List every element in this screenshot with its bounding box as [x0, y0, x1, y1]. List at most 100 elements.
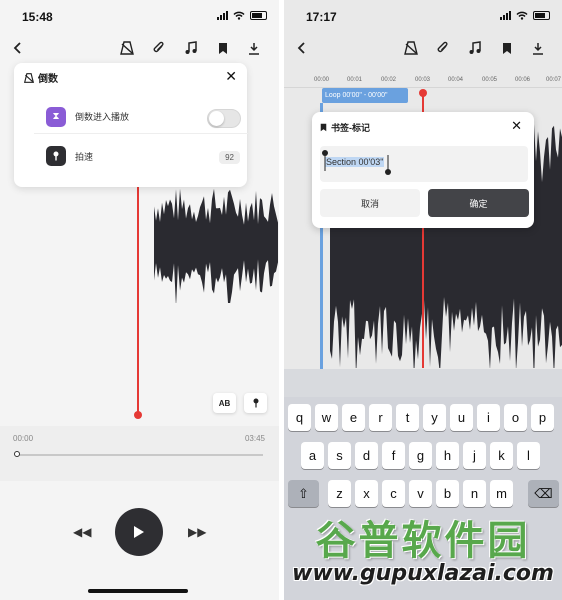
tempo-value[interactable]: 92	[219, 151, 240, 164]
key-f[interactable]: f	[382, 442, 405, 469]
playhead-line	[137, 186, 139, 414]
key-z[interactable]: z	[328, 480, 351, 507]
wifi-icon	[516, 11, 528, 20]
key-t[interactable]: t	[396, 404, 419, 431]
bookmark-icon[interactable]	[213, 38, 233, 58]
metronome-off-icon	[24, 72, 34, 83]
time-start: 00:00	[13, 434, 34, 443]
progress-track[interactable]	[16, 454, 263, 456]
key-c[interactable]: c	[382, 480, 405, 507]
status-icons	[500, 11, 550, 20]
key-m[interactable]: m	[490, 480, 513, 507]
countdown-label: 倒数进入播放	[75, 112, 130, 122]
tempo-row[interactable]: 拍速 92	[34, 139, 248, 173]
music-note-icon[interactable]	[465, 38, 485, 58]
key-x[interactable]: x	[355, 480, 378, 507]
countdown-panel: 倒数 ✕ ⧗ 倒数进入播放 拍速 92	[14, 63, 248, 187]
key-g[interactable]: g	[409, 442, 432, 469]
download-icon[interactable]	[244, 38, 264, 58]
ruler-tick: 00:02	[381, 77, 397, 83]
key-e[interactable]: e	[342, 404, 365, 431]
ruler-tick: 00:04	[448, 77, 464, 83]
playhead-handle[interactable]	[134, 411, 142, 419]
close-icon[interactable]: ✕	[511, 118, 522, 134]
key-y[interactable]: y	[423, 404, 446, 431]
wifi-icon	[233, 11, 245, 20]
keyboard-suggestion-bar	[284, 369, 562, 397]
hourglass-icon: ⧗	[46, 106, 66, 127]
key-v[interactable]: v	[409, 480, 432, 507]
rewind-icon[interactable]: ◀◀	[73, 525, 91, 539]
metronome-off-icon[interactable]	[117, 38, 137, 58]
panel-title-text: 倒数	[38, 74, 58, 85]
left-screen: 15:48 倒数 ✕ ⧗ 倒数进入播放 拍速 92 AB 00:00 03:45…	[0, 0, 279, 600]
ruler-tick: 00:06	[515, 77, 531, 83]
playback-controls: ◀◀ ▶▶	[0, 481, 279, 600]
time-end: 03:45	[244, 434, 265, 443]
battery-icon	[533, 11, 550, 20]
key-l[interactable]: l	[517, 442, 540, 469]
paperclip-icon[interactable]	[433, 38, 453, 58]
key-j[interactable]: j	[463, 442, 486, 469]
battery-icon	[250, 11, 267, 20]
shift-icon[interactable]: ⇧	[288, 480, 319, 507]
loop-region-label[interactable]: Loop 00'00" - 00'00"	[322, 88, 408, 103]
delete-icon[interactable]: ⌫	[528, 480, 559, 507]
dialog-title: 书签-标记	[320, 121, 370, 134]
key-q[interactable]: q	[288, 404, 311, 431]
playhead-handle[interactable]	[419, 89, 427, 97]
fast-forward-icon[interactable]: ▶▶	[188, 525, 206, 539]
selection-handles[interactable]	[320, 146, 528, 182]
timeline: 00:00 03:45	[0, 426, 279, 481]
close-icon[interactable]: ✕	[225, 68, 237, 85]
key-o[interactable]: o	[504, 404, 527, 431]
waveform-left	[154, 188, 278, 303]
download-icon[interactable]	[528, 38, 548, 58]
progress-knob[interactable]	[14, 451, 20, 457]
key-b[interactable]: b	[436, 480, 459, 507]
key-s[interactable]: s	[328, 442, 351, 469]
key-d[interactable]: d	[355, 442, 378, 469]
status-bar: 17:17	[284, 0, 562, 34]
key-p[interactable]: p	[531, 404, 554, 431]
key-i[interactable]: i	[477, 404, 500, 431]
ab-loop-button[interactable]: AB	[213, 393, 236, 413]
music-note-icon[interactable]	[181, 38, 201, 58]
ruler-tick: 00:00	[314, 77, 330, 83]
key-u[interactable]: u	[450, 404, 473, 431]
status-icons	[217, 11, 267, 20]
play-button[interactable]	[115, 508, 163, 556]
back-icon[interactable]	[8, 38, 28, 58]
bookmark-name-input[interactable]: Section 00'03"	[320, 146, 528, 182]
key-a[interactable]: a	[301, 442, 324, 469]
toolbar	[284, 36, 562, 60]
status-bar: 15:48	[0, 0, 279, 34]
time-ruler[interactable]: 00:00 00:01 00:02 00:03 00:04 00:05 00:0…	[284, 62, 562, 88]
countdown-toggle[interactable]	[207, 109, 241, 128]
back-icon[interactable]	[292, 38, 312, 58]
status-time: 17:17	[306, 10, 337, 24]
keyboard: qwertyuiop asdfghjkl zxcvbnm ⇧ ⌫	[284, 369, 562, 600]
countdown-row: ⧗ 倒数进入播放	[34, 100, 248, 134]
bookmark-icon[interactable]	[497, 38, 517, 58]
toolbar	[0, 36, 279, 60]
key-h[interactable]: h	[436, 442, 459, 469]
paperclip-icon[interactable]	[149, 38, 169, 58]
cancel-button[interactable]: 取消	[320, 189, 420, 217]
signal-icon	[500, 11, 511, 20]
tempo-label: 拍速	[75, 151, 94, 162]
panel-title: 倒数	[24, 70, 58, 85]
key-n[interactable]: n	[463, 480, 486, 507]
key-k[interactable]: k	[490, 442, 513, 469]
metronome-off-icon[interactable]	[401, 38, 421, 58]
bookmark-dialog: 书签-标记 ✕ Section 00'03" 取消 确定	[312, 112, 534, 228]
confirm-button[interactable]: 确定	[428, 189, 529, 217]
key-r[interactable]: r	[369, 404, 392, 431]
key-w[interactable]: w	[315, 404, 338, 431]
pin-icon[interactable]	[244, 393, 267, 413]
home-indicator	[88, 589, 188, 593]
metronome-icon	[46, 146, 66, 166]
ruler-tick: 00:07	[546, 77, 562, 83]
signal-icon	[217, 11, 228, 20]
ruler-tick: 00:03	[415, 77, 431, 83]
